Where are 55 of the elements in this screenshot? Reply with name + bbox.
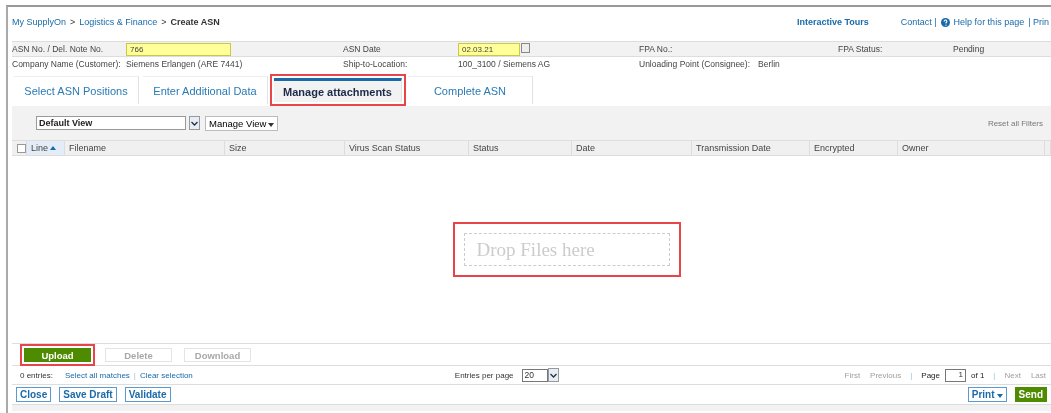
column-header[interactable]: Status xyxy=(469,141,572,155)
field-value: Siemens Erlangen (ARE 7441) xyxy=(126,59,244,69)
print-page-link[interactable]: | Prin xyxy=(1028,17,1049,27)
field-label: Company Name (Customer): xyxy=(12,59,122,69)
field-label: FPA Status: xyxy=(838,44,884,54)
page-count: of 1 xyxy=(971,370,985,380)
field-label: FPA No.: xyxy=(639,44,673,54)
tab[interactable]: Complete ASN xyxy=(408,76,533,104)
page-label: Page xyxy=(921,370,940,380)
column-header[interactable]: Encrypted xyxy=(810,141,898,155)
tab[interactable]: Select ASN Positions xyxy=(14,76,139,104)
asn-date-field[interactable]: 02.03.21 xyxy=(458,42,520,56)
footer-button[interactable]: Save Draft xyxy=(59,387,117,402)
entries-per-page-field[interactable]: 20 xyxy=(521,368,548,382)
tab[interactable]: Manage attachments xyxy=(274,78,402,102)
column-header[interactable]: Transmission Date xyxy=(692,141,810,155)
breadcrumb-separator: > xyxy=(161,17,167,27)
contact-link[interactable]: Contact | xyxy=(900,17,937,27)
footer-button[interactable]: Close xyxy=(16,387,52,402)
field-value: Pending xyxy=(953,44,986,54)
breadcrumb-separator: > xyxy=(70,17,76,27)
column-header[interactable]: Owner xyxy=(898,141,1045,155)
interactive-tours-link[interactable]: Interactive Tours xyxy=(796,17,869,27)
breadcrumb-link[interactable]: Logistics & Finance xyxy=(79,17,158,27)
asn-number-field[interactable]: 766 xyxy=(126,42,231,56)
manage-view-button[interactable]: Manage View xyxy=(205,115,279,131)
help-link[interactable]: Help for this page xyxy=(953,17,1025,27)
page-number-field[interactable]: 1 xyxy=(945,368,966,382)
view-select[interactable]: Default View xyxy=(36,116,186,130)
column-header[interactable]: Filename xyxy=(65,141,225,155)
field-label: Unloading Point (Consignee): xyxy=(639,59,751,69)
clear-selection-link[interactable]: Clear selection xyxy=(139,370,193,380)
divider: | xyxy=(910,370,913,380)
field-label: ASN No. / Del. Note No. xyxy=(12,44,105,54)
column-header[interactable]: Date xyxy=(572,141,692,155)
column-header[interactable]: Virus Scan Status xyxy=(345,141,469,155)
column-header[interactable]: Line xyxy=(27,141,65,155)
field-label: ASN Date xyxy=(343,44,382,54)
file-action-button[interactable]: Upload xyxy=(24,347,91,362)
column-header[interactable]: Size xyxy=(225,141,345,155)
divider: | xyxy=(133,370,136,380)
send-button[interactable]: Send xyxy=(1014,387,1047,402)
field-value: 100_3100 / Siemens AG xyxy=(458,59,552,69)
divider: | xyxy=(993,370,996,380)
reset-filters-link[interactable]: Reset all Filters xyxy=(987,118,1043,128)
field-label: Ship-to-Location: xyxy=(343,59,409,69)
tab[interactable]: Enter Additional Data xyxy=(143,76,268,104)
field-value: Berlin xyxy=(758,59,780,69)
entries-count: 0 entries: xyxy=(20,370,53,380)
breadcrumb-link[interactable]: Create ASN xyxy=(170,17,220,27)
select-all-link[interactable]: Select all matches xyxy=(64,370,130,380)
entries-per-page-label: Entries per page xyxy=(454,370,514,380)
print-menu-button[interactable]: Print xyxy=(967,387,1007,402)
footer-button[interactable]: Validate xyxy=(124,387,171,402)
breadcrumb-link[interactable]: My SupplyOn xyxy=(12,17,67,27)
